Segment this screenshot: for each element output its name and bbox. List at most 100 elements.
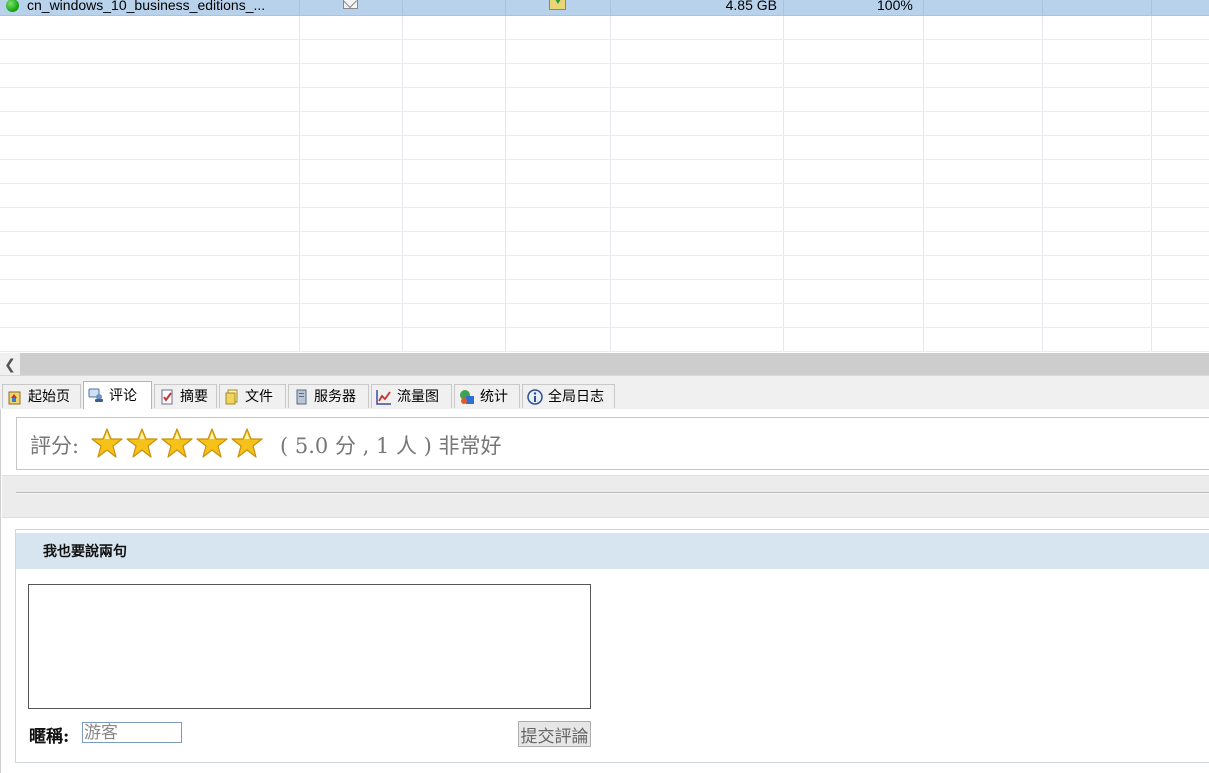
empty-cell — [1152, 208, 1209, 231]
tab-servers[interactable]: 服务器 — [288, 384, 369, 408]
download-folder-icon — [549, 0, 566, 10]
empty-cell — [1043, 208, 1152, 231]
empty-cell — [403, 136, 506, 159]
empty-cell — [1152, 232, 1209, 255]
file-row-empty[interactable] — [0, 40, 1209, 64]
file-row-empty[interactable] — [0, 160, 1209, 184]
comment-form-title: 我也要說兩句 — [43, 544, 127, 560]
empty-cell — [0, 40, 300, 63]
comment-form: 我也要說兩句 暱稱: 提交評論 — [15, 529, 1209, 763]
empty-cell — [0, 88, 300, 111]
empty-cell — [924, 256, 1043, 279]
empty-cell — [1152, 136, 1209, 159]
size-cell: 4.85 GB — [611, 0, 784, 15]
file-row-empty[interactable] — [0, 136, 1209, 160]
statistics-icon — [460, 390, 474, 404]
empty-cell — [506, 16, 611, 39]
rating-summary: 評分: ( 5.0 分 , 1 人 ) 非常好 — [16, 417, 1209, 470]
file-row-empty[interactable] — [0, 88, 1209, 112]
empty-cell — [1152, 64, 1209, 87]
empty-cell — [1152, 0, 1209, 15]
rating-summary-text: ( 5.0 分 , 1 人 ) 非常好 — [280, 434, 502, 458]
comments-panel: 評分: ( 5.0 分 , 1 人 ) 非常好 我也要說兩句 暱稱: 提交評論 — [0, 409, 1209, 773]
tab-label: 文件 — [245, 388, 273, 404]
empty-cell — [0, 280, 300, 303]
empty-cell — [1152, 160, 1209, 183]
files-folder-icon — [225, 389, 238, 405]
file-row-empty[interactable] — [0, 280, 1209, 304]
empty-cell — [300, 232, 403, 255]
info-log-icon — [527, 389, 543, 405]
empty-cell — [403, 304, 506, 327]
empty-cell — [784, 112, 924, 135]
empty-cell — [1043, 64, 1152, 87]
empty-cell — [924, 88, 1043, 111]
comment-cell — [300, 0, 403, 15]
empty-cell — [1043, 328, 1152, 351]
tab-label: 全局日志 — [548, 388, 604, 404]
file-row-empty[interactable] — [0, 328, 1209, 352]
empty-cell — [403, 0, 506, 15]
file-row-empty[interactable] — [0, 184, 1209, 208]
empty-cell — [1152, 16, 1209, 39]
empty-cell — [611, 16, 784, 39]
rating-stars — [91, 427, 266, 459]
empty-cell — [784, 280, 924, 303]
tab-global-log[interactable]: 全局日志 — [522, 384, 615, 408]
file-row-empty[interactable] — [0, 304, 1209, 328]
traffic-chart-icon — [376, 390, 391, 405]
file-row-empty[interactable] — [0, 64, 1209, 88]
horizontal-scrollbar[interactable]: ❮ — [0, 353, 1209, 375]
empty-cell — [506, 328, 611, 351]
tab-statistics[interactable]: 统计 — [454, 384, 520, 408]
detail-tab-bar: 起始页 评论 摘要 文件 服务器 流量图 统计 全局日志 — [0, 375, 1209, 410]
empty-cell — [611, 88, 784, 111]
empty-cell — [1152, 40, 1209, 63]
empty-cell — [611, 160, 784, 183]
file-row-empty[interactable] — [0, 256, 1209, 280]
file-row-selected[interactable]: cn_windows_10_business_editions_... 4.85… — [0, 0, 1209, 16]
name-cell: cn_windows_10_business_editions_... — [0, 0, 300, 15]
empty-cell — [1152, 304, 1209, 327]
empty-cell — [784, 184, 924, 207]
star-icon — [161, 428, 193, 458]
green-dot-icon — [6, 0, 19, 12]
empty-cell — [506, 232, 611, 255]
comment-textarea[interactable] — [28, 584, 591, 709]
comments-icon — [88, 388, 103, 402]
tab-label: 评论 — [109, 387, 137, 403]
file-row-empty[interactable] — [0, 16, 1209, 40]
empty-cell — [300, 256, 403, 279]
type-cell — [506, 0, 611, 15]
empty-cell — [0, 16, 300, 39]
tab-summary[interactable]: 摘要 — [154, 384, 217, 408]
empty-cell — [784, 304, 924, 327]
file-progress: 100% — [877, 0, 913, 13]
file-list-grid[interactable]: cn_windows_10_business_editions_... 4.85… — [0, 0, 1209, 353]
scroll-left-icon[interactable]: ❮ — [0, 353, 20, 375]
empty-cell — [784, 256, 924, 279]
tab-label: 统计 — [480, 388, 508, 404]
empty-cell — [1043, 256, 1152, 279]
file-row-empty[interactable] — [0, 208, 1209, 232]
empty-cell — [403, 40, 506, 63]
empty-cell — [506, 112, 611, 135]
tab-start-page[interactable]: 起始页 — [2, 384, 81, 408]
tab-comments[interactable]: 评论 — [83, 381, 152, 409]
tab-traffic[interactable]: 流量图 — [371, 384, 452, 408]
empty-cell — [300, 160, 403, 183]
empty-cell — [403, 64, 506, 87]
tab-label: 服务器 — [314, 388, 356, 404]
empty-cell — [300, 64, 403, 87]
progress-cell: 100% — [784, 0, 924, 15]
nickname-input[interactable] — [82, 722, 182, 743]
empty-cell — [1152, 88, 1209, 111]
empty-cell — [1043, 184, 1152, 207]
empty-cell — [0, 232, 300, 255]
file-row-empty[interactable] — [0, 112, 1209, 136]
submit-comment-button[interactable]: 提交評論 — [518, 721, 591, 747]
file-name: cn_windows_10_business_editions_... — [27, 0, 266, 13]
tab-files[interactable]: 文件 — [219, 384, 286, 408]
file-row-empty[interactable] — [0, 232, 1209, 256]
star-icon — [196, 428, 228, 458]
